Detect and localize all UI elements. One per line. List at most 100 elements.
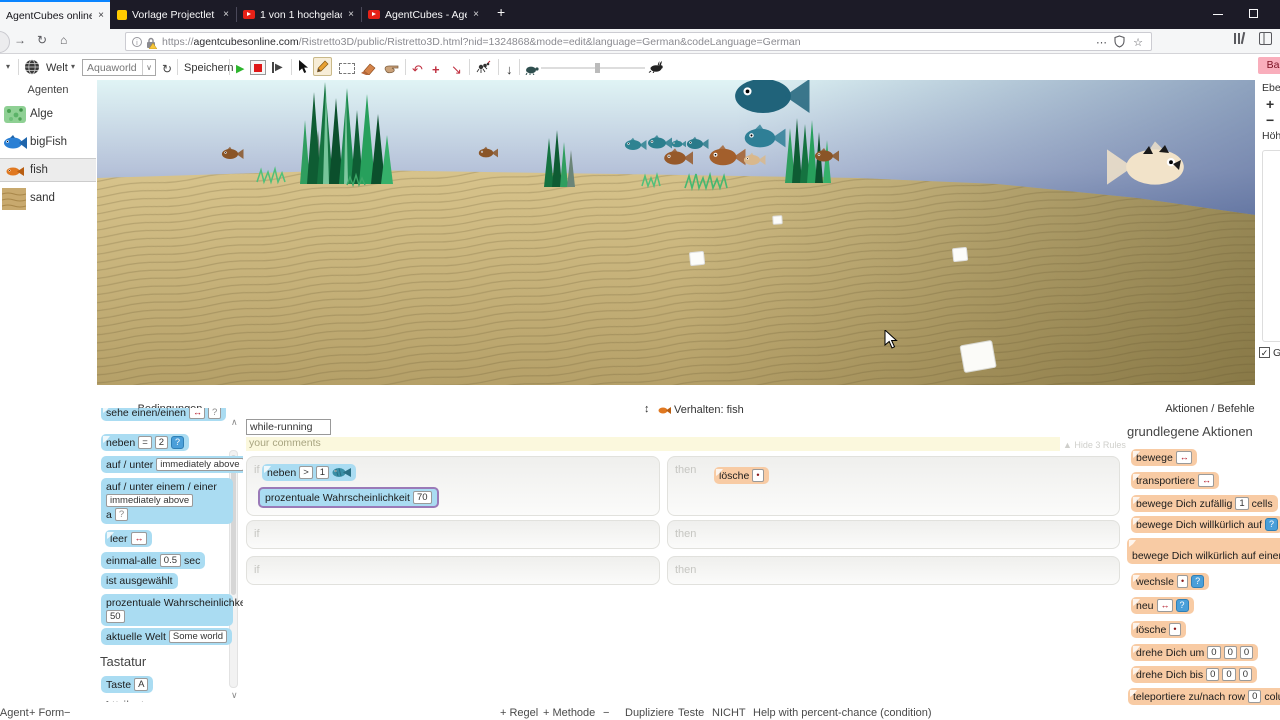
comments-input[interactable]: your comments: [246, 437, 1060, 451]
agent-fish-thumbnail[interactable]: [332, 467, 352, 478]
tab-close-icon[interactable]: ×: [348, 9, 354, 20]
pointing-hand-tool-icon[interactable]: [384, 61, 400, 79]
chevron-down-icon[interactable]: ∨: [142, 60, 155, 75]
add-agent-button[interactable]: + Agent: [0, 707, 29, 719]
action-randommove-block[interactable]: bewege Dich zufällig 1 cells: [1131, 495, 1278, 512]
condition-abovebelow-block[interactable]: auf / unter immediately above ?: [101, 456, 243, 473]
step-button[interactable]: ▶: [272, 62, 283, 73]
value-box[interactable]: 0: [1222, 668, 1236, 681]
condition-nextto-block[interactable]: neben = 2 ?: [101, 434, 190, 451]
condition-world-block[interactable]: aktuelle Welt Some world: [101, 628, 233, 645]
value-box[interactable]: 50: [106, 610, 125, 623]
not-button[interactable]: NICHT: [712, 707, 746, 719]
action-randomon-block[interactable]: bewege Dich willkürlich auf ?: [1131, 516, 1280, 533]
rule1-condition-nextto[interactable]: neben > 1: [262, 464, 357, 481]
tab-close-icon[interactable]: ×: [223, 9, 229, 20]
action-teleport-block[interactable]: teleportiere zu/nach row 0 column 0: [1128, 688, 1280, 705]
condition-percent-block[interactable]: prozentuale Wahrscheinlichkeit 50: [101, 594, 243, 626]
value-box[interactable]: Some world: [168, 630, 228, 643]
url-bar[interactable]: i https://agentcubesonline.com/Ristretto…: [125, 32, 1152, 51]
value-box[interactable]: 2: [154, 436, 169, 449]
value-box[interactable]: immediately above: [156, 458, 243, 471]
direction-arrows-box[interactable]: ↔: [1175, 451, 1192, 464]
resize-handle-icon[interactable]: ↕: [644, 403, 650, 415]
help-link[interactable]: Help with percent-chance (condition): [753, 707, 932, 719]
move-tool-icon[interactable]: +: [432, 62, 440, 77]
agent-question-box[interactable]: ?: [1175, 599, 1189, 612]
action-new-block[interactable]: neu ↔ ?: [1131, 597, 1194, 614]
condition-key-block[interactable]: Taste A: [101, 676, 154, 693]
grid-checkbox[interactable]: ✓: [1259, 347, 1270, 358]
sidebar-item-sand[interactable]: sand: [0, 186, 96, 212]
direction-arrows-box[interactable]: ↔: [130, 532, 147, 545]
flip-tool-icon[interactable]: ↶: [412, 62, 423, 78]
agent-dot-box[interactable]: •: [1169, 623, 1181, 636]
action-change-block[interactable]: wechsle • ?: [1131, 573, 1210, 590]
speed-slider-thumb[interactable]: [595, 63, 600, 73]
welt-menu[interactable]: Welt: [46, 62, 68, 74]
duplicate-button[interactable]: Dupliziere: [625, 707, 674, 719]
shield-icon[interactable]: [1114, 35, 1125, 51]
resize-tool-icon[interactable]: ↘: [451, 62, 462, 78]
value-box[interactable]: 0: [1206, 668, 1220, 681]
action-move-block[interactable]: bewege ↔: [1131, 449, 1197, 466]
agent-dot-box[interactable]: •: [752, 469, 764, 482]
eraser-tool-icon[interactable]: [360, 62, 376, 80]
height-slider[interactable]: [1262, 150, 1280, 342]
layer-add-button[interactable]: +: [1266, 96, 1274, 112]
operator-box[interactable]: =: [138, 436, 152, 449]
add-rule-button[interactable]: + Regel: [500, 707, 538, 719]
new-tab-button[interactable]: +: [497, 4, 505, 20]
world-3d-view[interactable]: [97, 80, 1255, 385]
rule1-condition-percent[interactable]: prozentuale Wahrscheinlichkeit 70: [258, 487, 439, 508]
select-rect-tool-icon[interactable]: [339, 63, 355, 74]
value-box[interactable]: 1: [1235, 497, 1249, 510]
sidebar-item-bigfish[interactable]: bigFish: [0, 131, 96, 155]
speed-slider[interactable]: [541, 67, 645, 69]
method-name-input[interactable]: while-running: [246, 419, 331, 435]
world-reload-icon[interactable]: ↻: [162, 62, 172, 76]
value-box[interactable]: immediately above: [106, 494, 194, 507]
tab-vorlage[interactable]: Vorlage Projectlet 3 -Zappala/Is ×: [111, 0, 235, 29]
value-box[interactable]: 70: [412, 491, 432, 504]
window-maximize-icon[interactable]: [1249, 9, 1258, 18]
star-icon[interactable]: ☆: [1133, 36, 1143, 49]
sidebar-toggle-icon[interactable]: [1259, 32, 1272, 48]
rule1-then-area[interactable]: then: [667, 456, 1120, 516]
direction-arrows-box[interactable]: ↔: [1197, 474, 1214, 487]
value-box[interactable]: 1: [315, 466, 330, 479]
rule2-if-area[interactable]: if: [246, 520, 660, 549]
action-turnby-block[interactable]: drehe Dich um 0 0 0: [1131, 644, 1259, 661]
value-box[interactable]: 0: [1239, 646, 1254, 659]
condition-abovebelow-a-block[interactable]: auf / unter einem / einer immediately ab…: [101, 478, 233, 524]
agent-question-box[interactable]: ?: [1265, 518, 1279, 531]
reload-icon[interactable]: ↻: [37, 33, 47, 47]
save-button[interactable]: Speichern: [184, 62, 234, 74]
forward-icon[interactable]: →: [14, 33, 26, 47]
value-box[interactable]: 0: [1223, 646, 1237, 659]
condition-see-block[interactable]: sehe einen/einen ↔ ?: [101, 408, 227, 421]
layer-remove-button[interactable]: −: [1266, 112, 1274, 128]
remove-rule-button[interactable]: −: [603, 707, 609, 719]
pencil-tool-button[interactable]: [313, 57, 332, 76]
agent-question-box[interactable]: ?: [171, 436, 185, 449]
globe-icon[interactable]: [24, 59, 40, 80]
library-icon[interactable]: [1233, 31, 1246, 48]
condition-empty-block[interactable]: leer ↔: [105, 530, 152, 547]
play-button[interactable]: ▶: [236, 62, 244, 75]
hide-rules-toggle[interactable]: ▲ Hide 3 Rules: [1063, 440, 1126, 450]
world-select[interactable]: Aquaworld ∨: [82, 59, 156, 76]
tab-youtube-2[interactable]: AgentCubes - Agent zeichnen ×: [362, 0, 485, 29]
value-box[interactable]: 0: [1207, 646, 1221, 659]
value-box[interactable]: A: [134, 678, 149, 691]
more-icon[interactable]: ⋯: [1096, 36, 1107, 49]
info-icon[interactable]: i: [132, 37, 142, 47]
remove-agent-button[interactable]: −: [64, 707, 70, 719]
ant-debug-icon[interactable]: [476, 60, 491, 79]
agent-question-box[interactable]: ?: [1191, 575, 1205, 588]
action-erase-block[interactable]: lösche •: [1131, 621, 1186, 638]
window-minimize-icon[interactable]: [1213, 14, 1223, 15]
sidebar-item-fish[interactable]: fish: [0, 158, 96, 182]
action-transport-block[interactable]: transportiere ↔: [1131, 472, 1219, 489]
tab-close-icon[interactable]: ×: [98, 10, 104, 21]
